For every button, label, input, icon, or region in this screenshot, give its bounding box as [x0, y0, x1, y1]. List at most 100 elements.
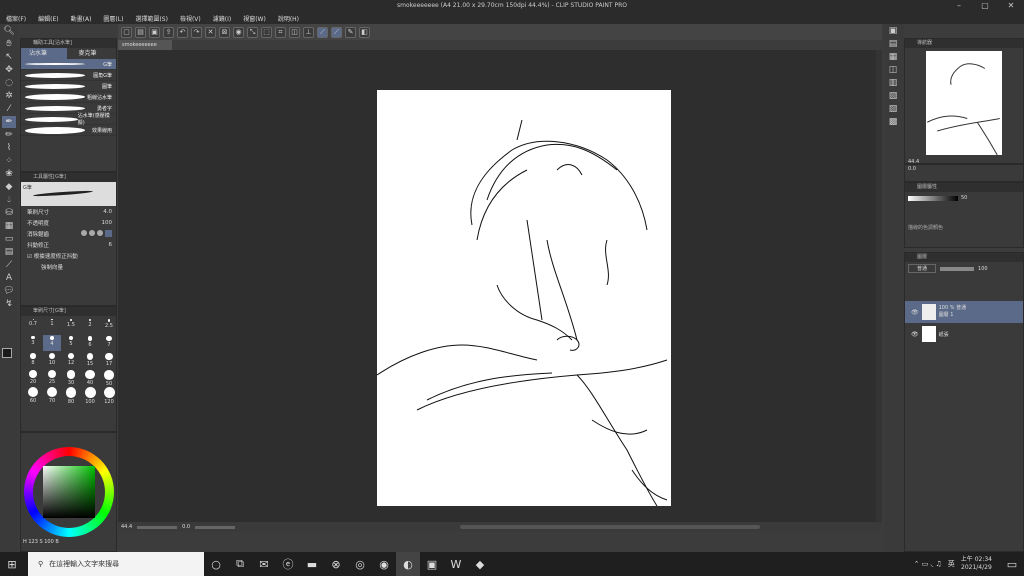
brush-size-option[interactable]: 7: [100, 335, 118, 351]
brush-size-option[interactable]: 20: [24, 369, 42, 385]
menu-view[interactable]: 檢視(V): [180, 14, 201, 23]
pencil-icon[interactable]: ✏: [2, 129, 16, 141]
export-icon[interactable]: ⇪: [163, 26, 174, 38]
canvas-vertical-scrollbar[interactable]: [876, 50, 882, 522]
operation-icon[interactable]: ↖: [2, 51, 16, 63]
antialias-options[interactable]: [81, 230, 112, 237]
brush-size-option[interactable]: 2.5: [100, 318, 118, 334]
main-color-swatch[interactable]: [2, 348, 12, 358]
snap-ruler-icon[interactable]: ⊥: [303, 26, 314, 38]
layer-row[interactable]: 👁︎ 紙張: [905, 323, 1023, 345]
balloon-icon[interactable]: 💬︎: [2, 285, 16, 297]
auto-select-icon[interactable]: ✲: [2, 90, 16, 102]
store-icon[interactable]: ▣: [420, 552, 444, 576]
eyedropper-icon[interactable]: ⁄: [2, 103, 16, 115]
clear-outside-icon[interactable]: ⊠: [219, 26, 230, 38]
word-icon[interactable]: W: [444, 552, 468, 576]
game-icon[interactable]: ◆: [468, 552, 492, 576]
gradient-icon[interactable]: ▦: [2, 220, 16, 232]
snap-grid-icon[interactable]: ⟋: [331, 26, 342, 38]
history-icon[interactable]: ▥: [886, 77, 900, 89]
app-icon[interactable]: ◉: [372, 552, 396, 576]
menu-help[interactable]: 說明(H): [278, 14, 299, 23]
nav-angle[interactable]: 0.0: [905, 166, 916, 172]
brush-item[interactable]: G筆: [21, 59, 116, 70]
document-tab[interactable]: smokeeeeeee: [118, 40, 172, 50]
layer-search-icon[interactable]: ▨: [886, 103, 900, 115]
prop-stabilization[interactable]: 抖動修正 6: [21, 239, 116, 250]
chrome-icon[interactable]: ◎: [348, 552, 372, 576]
selection-launcher-icon[interactable]: ◧: [359, 26, 370, 38]
layer-row[interactable]: 👁︎ 100 % 普通 圖層 1: [905, 301, 1023, 323]
close-button[interactable]: ✕: [998, 0, 1024, 12]
clear-icon[interactable]: ✕: [205, 26, 216, 38]
rotation-slider[interactable]: [195, 525, 236, 529]
layer-opacity-slider[interactable]: [940, 266, 975, 271]
brush-size-option[interactable]: 80: [62, 386, 80, 405]
brush-size-option[interactable]: 5: [62, 335, 80, 351]
brush-size-option[interactable]: 100: [81, 386, 99, 405]
brush-icon[interactable]: ⌇: [2, 142, 16, 154]
move-layer-icon[interactable]: ✥: [2, 64, 16, 76]
menu-filter[interactable]: 濾鏡(I): [213, 14, 231, 23]
brush-size-option[interactable]: 3: [24, 335, 42, 351]
brush-size-option[interactable]: 120: [100, 386, 118, 405]
deselect-icon[interactable]: ⬚: [261, 26, 272, 38]
notification-icon[interactable]: ▭: [1000, 552, 1024, 576]
prop-opacity[interactable]: 不透明度 100: [21, 217, 116, 228]
brush-size-option[interactable]: 8: [24, 352, 42, 368]
brush-size-option[interactable]: 6: [81, 335, 99, 351]
saturation-square[interactable]: [43, 466, 95, 518]
paper-canvas[interactable]: [377, 90, 671, 506]
prop-value[interactable]: 6: [109, 242, 113, 248]
zoom-slider[interactable]: [137, 525, 178, 529]
menu-file[interactable]: 檔案(F): [6, 14, 26, 23]
zoom-value[interactable]: 44.4: [121, 524, 132, 530]
menu-window[interactable]: 視窗(W): [243, 14, 266, 23]
brush-size-option[interactable]: 50: [100, 369, 118, 387]
eraser-icon[interactable]: ◆: [2, 181, 16, 193]
cortana-icon[interactable]: ○: [204, 552, 228, 576]
prop-antialias[interactable]: 消除鋸齒: [21, 228, 116, 239]
material-icon[interactable]: ◫: [886, 64, 900, 76]
prop-value[interactable]: 4.0: [103, 209, 112, 215]
xbox-icon[interactable]: ⊗: [324, 552, 348, 576]
menu-edit[interactable]: 編輯(E): [38, 14, 58, 23]
edge-icon[interactable]: ⓔ: [276, 552, 300, 576]
brush-size-option[interactable]: 17: [100, 352, 118, 368]
brush-size-option[interactable]: 70: [43, 386, 61, 404]
canvas-horizontal-scrollbar[interactable]: [460, 525, 761, 529]
tone-slider[interactable]: [908, 195, 958, 201]
zoom-icon[interactable]: 🔍︎: [2, 25, 16, 37]
brush-item[interactable]: 圓筆: [21, 81, 116, 92]
sub-view-icon[interactable]: ▤: [886, 38, 900, 50]
fill-icon[interactable]: ◉: [233, 26, 244, 38]
file-explorer-icon[interactable]: ▬: [300, 552, 324, 576]
minimize-button[interactable]: –: [946, 0, 972, 12]
brush-size-option[interactable]: 15: [81, 352, 99, 368]
hand-icon[interactable]: ✋︎: [2, 38, 16, 50]
open-file-icon[interactable]: ▤: [135, 26, 146, 38]
prop-brush-size[interactable]: 筆刷尺寸 4.0: [21, 206, 116, 217]
navigator-preview[interactable]: [926, 51, 1002, 156]
layer-opacity-value[interactable]: 100: [978, 266, 988, 272]
fill-bucket-icon[interactable]: ⛁: [2, 207, 16, 219]
eye-icon[interactable]: 👁︎: [911, 309, 919, 316]
color-set-icon[interactable]: ▩: [886, 116, 900, 128]
language-indicator[interactable]: 英: [948, 559, 955, 569]
text-icon[interactable]: A: [2, 272, 16, 284]
brush-size-option[interactable]: 30: [62, 369, 80, 386]
auto-action-icon[interactable]: ▧: [886, 90, 900, 102]
decoration-icon[interactable]: ❀: [2, 168, 16, 180]
tray-icons[interactable]: ⌃ ▭ ◟ ♫: [914, 560, 942, 568]
save-icon[interactable]: ▣: [149, 26, 160, 38]
tab-marker[interactable]: 麥克筆: [67, 48, 117, 59]
brush-item[interactable]: 圓角G筆: [21, 70, 116, 81]
brush-size-option[interactable]: 12: [62, 352, 80, 368]
task-view-icon[interactable]: ⧉: [228, 552, 252, 576]
frame-border-icon[interactable]: ▤: [2, 246, 16, 258]
brush-size-option[interactable]: 60: [24, 386, 42, 404]
blend-icon[interactable]: 💧︎: [2, 194, 16, 206]
transform-icon[interactable]: ⤡: [247, 26, 258, 38]
menu-layer[interactable]: 圖層(L): [103, 14, 123, 23]
